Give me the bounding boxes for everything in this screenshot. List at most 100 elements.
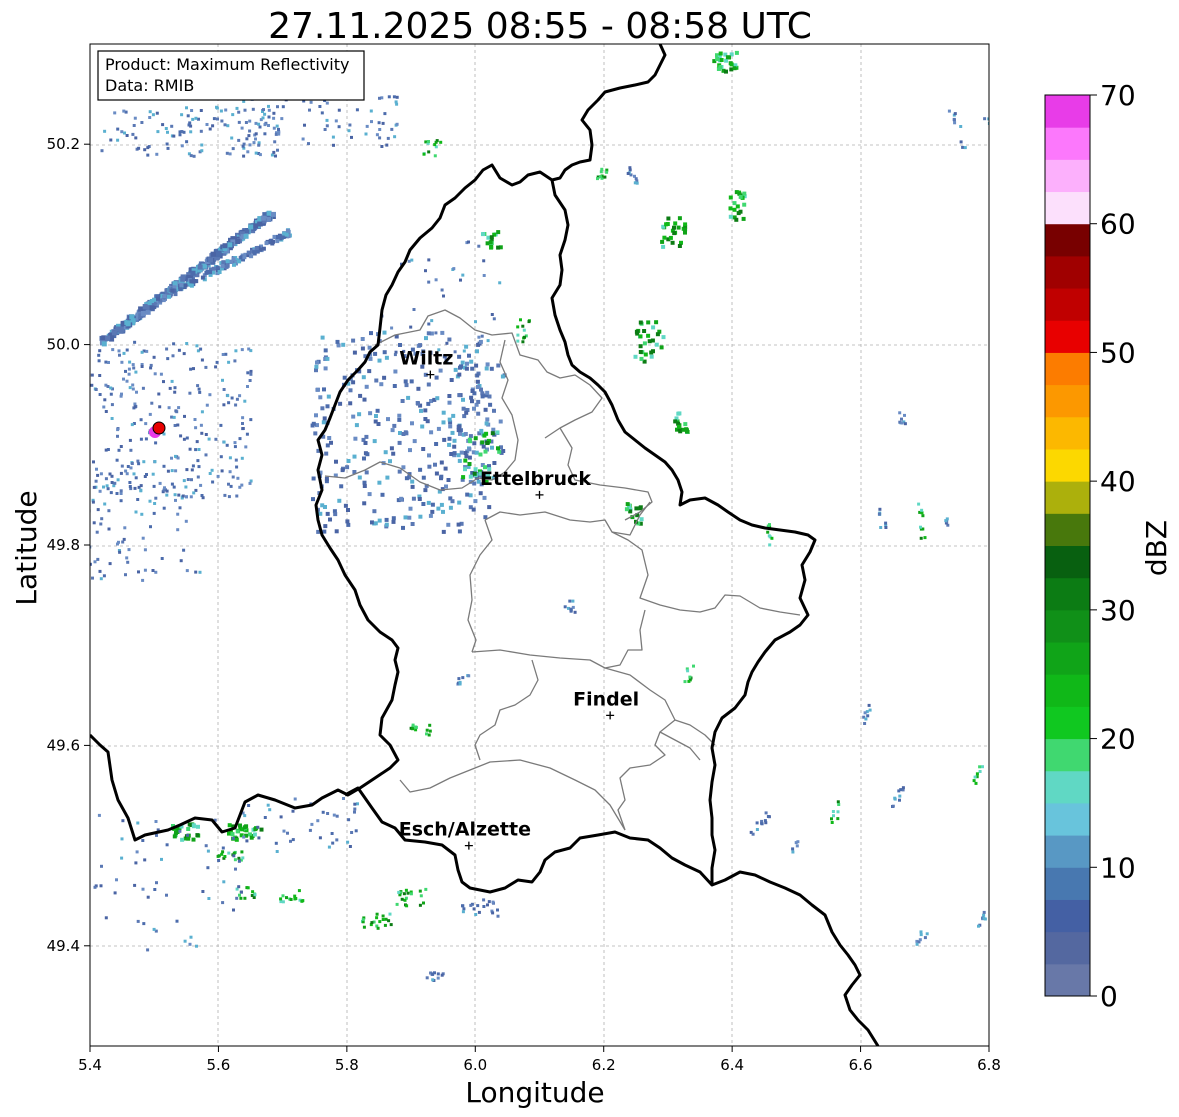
- echo-pixel: [303, 123, 306, 127]
- echo-pixel: [237, 138, 241, 142]
- echo-pixel: [234, 837, 239, 842]
- echo-pixel: [190, 478, 193, 482]
- echo-pixel: [332, 143, 335, 147]
- echo-pixel: [260, 215, 266, 221]
- echo-pixel: [223, 855, 227, 858]
- echo-pixel: [453, 350, 457, 354]
- echo-pixel: [468, 439, 473, 444]
- echo-pixel: [143, 148, 147, 152]
- echo-pixel: [480, 440, 485, 445]
- echo-pixel: [410, 479, 415, 484]
- echo-pixel: [137, 146, 141, 150]
- echo-pixel: [162, 506, 166, 510]
- echo-pixel: [659, 345, 664, 350]
- echo-pixel: [134, 861, 138, 865]
- echo-pixel: [233, 359, 237, 363]
- echo-pixel: [178, 829, 182, 833]
- echo-pixel: [126, 560, 130, 564]
- echo-pixel: [972, 779, 976, 783]
- echo-pixel: [392, 95, 396, 99]
- x-axis-label: Longitude: [465, 1076, 604, 1109]
- echo-pixel: [155, 881, 158, 885]
- echo-pixel: [483, 449, 488, 454]
- echo-pixel: [182, 352, 186, 356]
- echo-pixel: [258, 153, 262, 157]
- echo-pixel: [239, 896, 243, 900]
- echo-pixel: [375, 916, 379, 920]
- echo-pixel: [385, 475, 390, 480]
- echo-pixel: [244, 121, 248, 124]
- echo-pixel: [414, 725, 418, 729]
- echo-pixel: [342, 375, 347, 380]
- info-box: Product: Maximum Reflectivity Data: RMIB: [97, 50, 365, 101]
- echo-pixel: [244, 229, 250, 234]
- echo-pixel: [121, 819, 125, 823]
- echo-pixel: [211, 124, 215, 128]
- echo-pixel: [898, 798, 901, 802]
- echo-pixel: [519, 318, 522, 322]
- echo-pixel: [275, 239, 280, 244]
- echo-pixel: [646, 333, 651, 338]
- echo-pixel: [523, 335, 526, 339]
- echo-pixel: [228, 456, 232, 460]
- echo-pixel: [262, 108, 265, 112]
- echo-pixel: [122, 377, 125, 381]
- echo-pixel: [362, 484, 367, 488]
- echo-pixel: [119, 471, 123, 475]
- echo-pixel: [837, 803, 841, 806]
- echo-pixel: [238, 437, 242, 441]
- echo-pixel: [474, 320, 477, 324]
- echo-pixel: [141, 578, 145, 582]
- echo-pixel: [309, 100, 313, 104]
- echo-pixel: [94, 479, 98, 483]
- echo-pixel: [395, 95, 399, 99]
- echo-pixel: [128, 360, 132, 364]
- echo-pixel: [441, 509, 445, 514]
- echo-pixel: [633, 181, 637, 185]
- echo-pixel: [104, 410, 108, 413]
- echo-pixel: [272, 111, 276, 115]
- echo-pixel: [411, 496, 416, 501]
- echo-pixel: [238, 823, 242, 828]
- echo-pixel: [463, 458, 468, 463]
- echo-pixel: [191, 117, 195, 121]
- echo-pixel: [425, 976, 429, 980]
- echo-pixel: [718, 65, 723, 70]
- echo-pixel: [599, 170, 603, 174]
- echo-pixel: [155, 833, 158, 837]
- radar-map-figure: 27.11.2025 08:55 - 08:58 UTC WiltzEttelb…: [10, 6, 1173, 1109]
- echo-pixel: [314, 413, 318, 418]
- echo-pixel: [115, 458, 119, 462]
- echo-pixel: [148, 110, 152, 114]
- echo-pixel: [361, 375, 366, 380]
- echo-pixel: [325, 124, 329, 128]
- echo-pixel: [477, 244, 481, 248]
- echo-pixel: [638, 344, 643, 349]
- echo-pixel: [153, 502, 157, 505]
- echo-pixel: [464, 454, 469, 459]
- echo-pixel: [257, 122, 261, 126]
- echo-pixel: [384, 522, 389, 527]
- echo-pixel: [768, 523, 771, 527]
- echo-pixel: [446, 478, 451, 482]
- echo-pixel: [248, 143, 252, 147]
- echo-pixel: [221, 353, 225, 356]
- echo-pixel: [424, 887, 428, 891]
- echo-pixel: [346, 459, 351, 463]
- echo-pixel: [445, 341, 449, 345]
- echo-pixel: [684, 428, 689, 433]
- colorbar-segment: [1045, 802, 1090, 836]
- echo-pixel: [178, 130, 182, 134]
- city-label: Ettelbruck: [480, 468, 591, 490]
- echo-pixel: [216, 117, 219, 121]
- echo-pixel: [420, 424, 425, 429]
- echo-pixel: [199, 347, 203, 351]
- echo-pixel: [381, 918, 385, 921]
- echo-pixel: [422, 152, 426, 156]
- echo-pixel: [177, 348, 181, 352]
- echo-pixel: [676, 424, 681, 429]
- echo-pixel: [200, 143, 204, 147]
- echo-pixel: [375, 912, 379, 916]
- echo-pixel: [116, 127, 120, 131]
- echo-pixel: [425, 728, 429, 732]
